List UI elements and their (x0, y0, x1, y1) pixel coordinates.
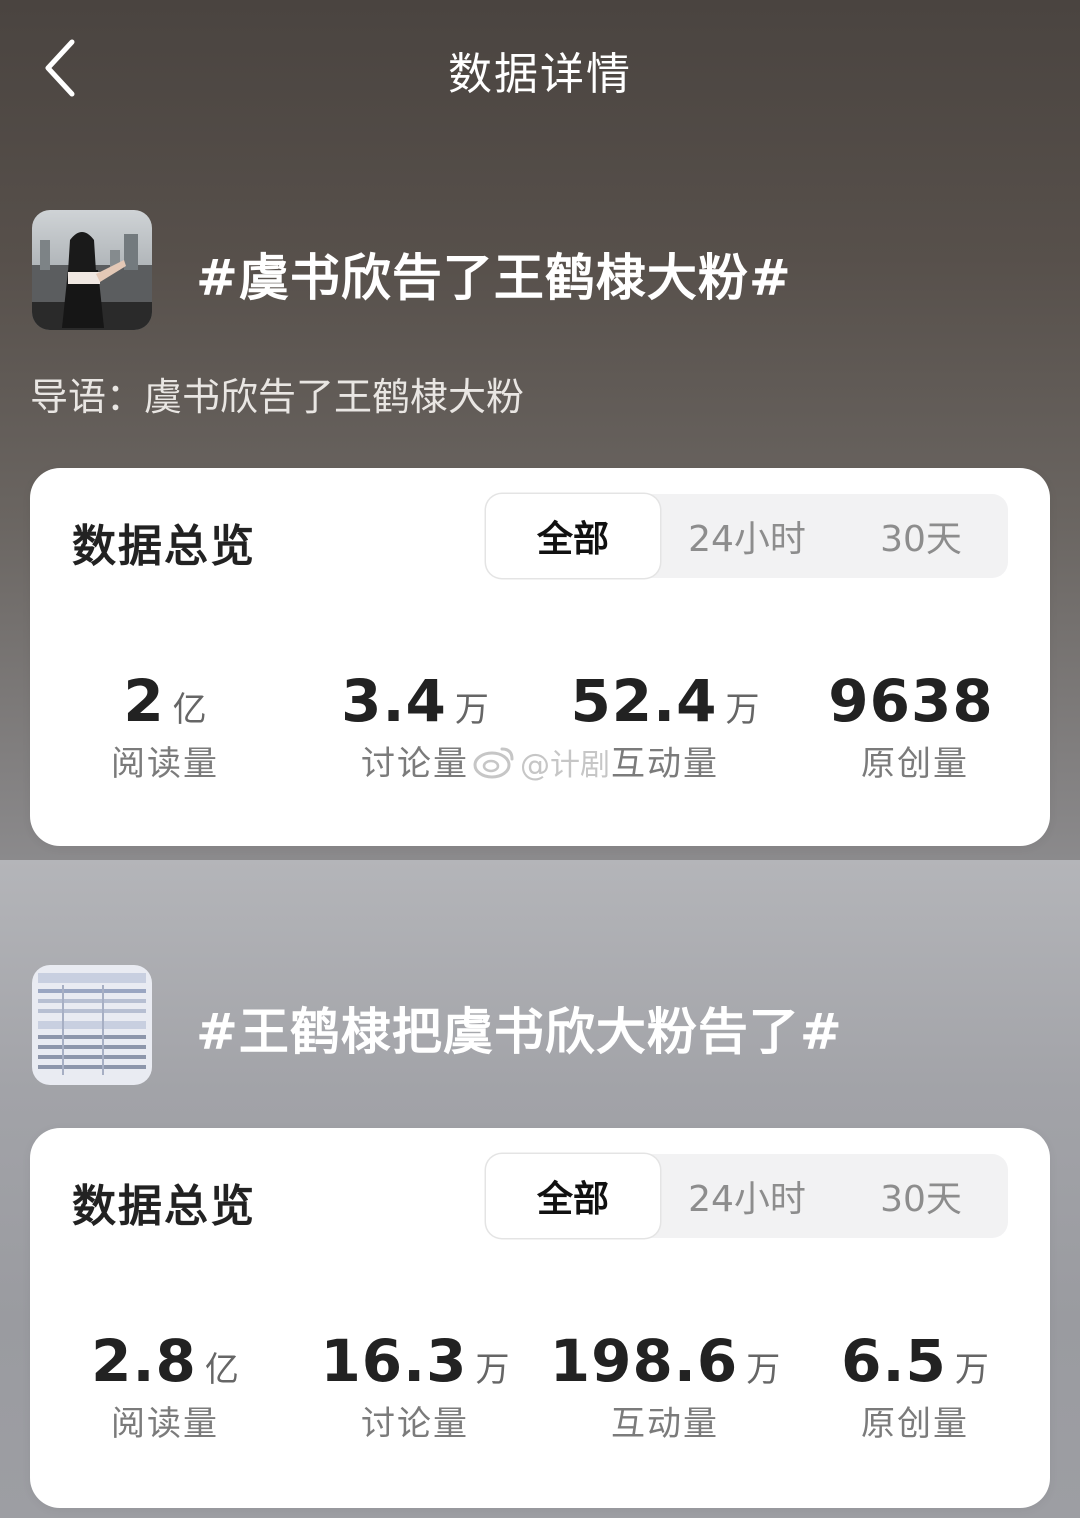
stat-unit: 万 (954, 1350, 989, 1390)
tab-all[interactable]: 全部 (486, 1154, 660, 1238)
stat-label: 原创量 (861, 1404, 969, 1444)
stat-interactions: 198.6 万 互动量 (540, 1328, 790, 1445)
tab-30d[interactable]: 30天 (834, 494, 1008, 578)
stat-unit: 亿 (172, 690, 207, 730)
stat-unit: 万 (454, 690, 489, 730)
stat-originals: 6.5 万 原创量 (790, 1328, 1040, 1445)
data-overview-card: 数据总览 全部 24小时 30天 2亿 阅读量 3.4 万 讨论量 52.4 万 互… (30, 468, 1050, 846)
topic-thumbnail[interactable] (32, 965, 152, 1085)
tab-24h[interactable]: 24小时 (660, 494, 834, 578)
stat-label: 阅读量 (111, 1404, 219, 1444)
tab-30d[interactable]: 30天 (834, 1154, 1008, 1238)
stat-unit: 万 (746, 1350, 781, 1390)
watermark: @计剧 (472, 740, 610, 784)
stat-value: 2 (123, 667, 165, 735)
data-overview-card: 数据总览 全部 24小时 30天 2.8 亿 阅读量 16.3 万 讨论量 198.… (30, 1128, 1050, 1508)
stat-label: 原创量 (861, 744, 969, 784)
stat-unit: 万 (475, 1350, 510, 1390)
stat-value: 3.4 (341, 667, 447, 735)
watermark-text: @计剧 (520, 748, 610, 783)
time-range-tabs: 全部 24小时 30天 (486, 494, 1008, 578)
stat-value: 9638 (828, 667, 994, 735)
stat-unit: 亿 (204, 1350, 239, 1390)
topic-lead: 导语：虞书欣告了王鹤棣大粉 (30, 375, 525, 419)
stat-value: 16.3 (320, 1327, 468, 1395)
stat-originals: 9638 原创量 (790, 668, 1040, 785)
stat-unit: 万 (725, 690, 760, 730)
stat-value: 6.5 (841, 1327, 947, 1395)
overview-title: 数据总览 (72, 1181, 256, 1232)
stat-value: 2.8 (91, 1327, 197, 1395)
stat-reads: 2.8 亿 阅读量 (40, 1328, 290, 1445)
tab-all[interactable]: 全部 (486, 494, 660, 578)
stat-value: 52.4 (570, 667, 718, 735)
topic-thumbnail[interactable] (32, 210, 152, 330)
topic-title[interactable]: #虞书欣告了王鹤棣大粉# (196, 238, 792, 310)
stat-label: 阅读量 (111, 744, 219, 784)
stat-value: 198.6 (549, 1327, 739, 1395)
stat-label: 讨论量 (361, 1404, 469, 1444)
stat-discussions: 16.3 万 讨论量 (290, 1328, 540, 1445)
corner-watermark-icon (946, 1470, 1042, 1498)
tab-24h[interactable]: 24小时 (660, 1154, 834, 1238)
time-range-tabs: 全部 24小时 30天 (486, 1154, 1008, 1238)
page-title: 数据详情 (448, 49, 632, 100)
weibo-logo-icon (473, 747, 514, 779)
topic-title[interactable]: #王鹤棣把虞书欣大粉告了# (196, 992, 843, 1064)
stat-reads: 2亿 阅读量 (40, 668, 290, 785)
stat-label: 互动量 (611, 1404, 719, 1444)
overview-title: 数据总览 (72, 521, 256, 572)
